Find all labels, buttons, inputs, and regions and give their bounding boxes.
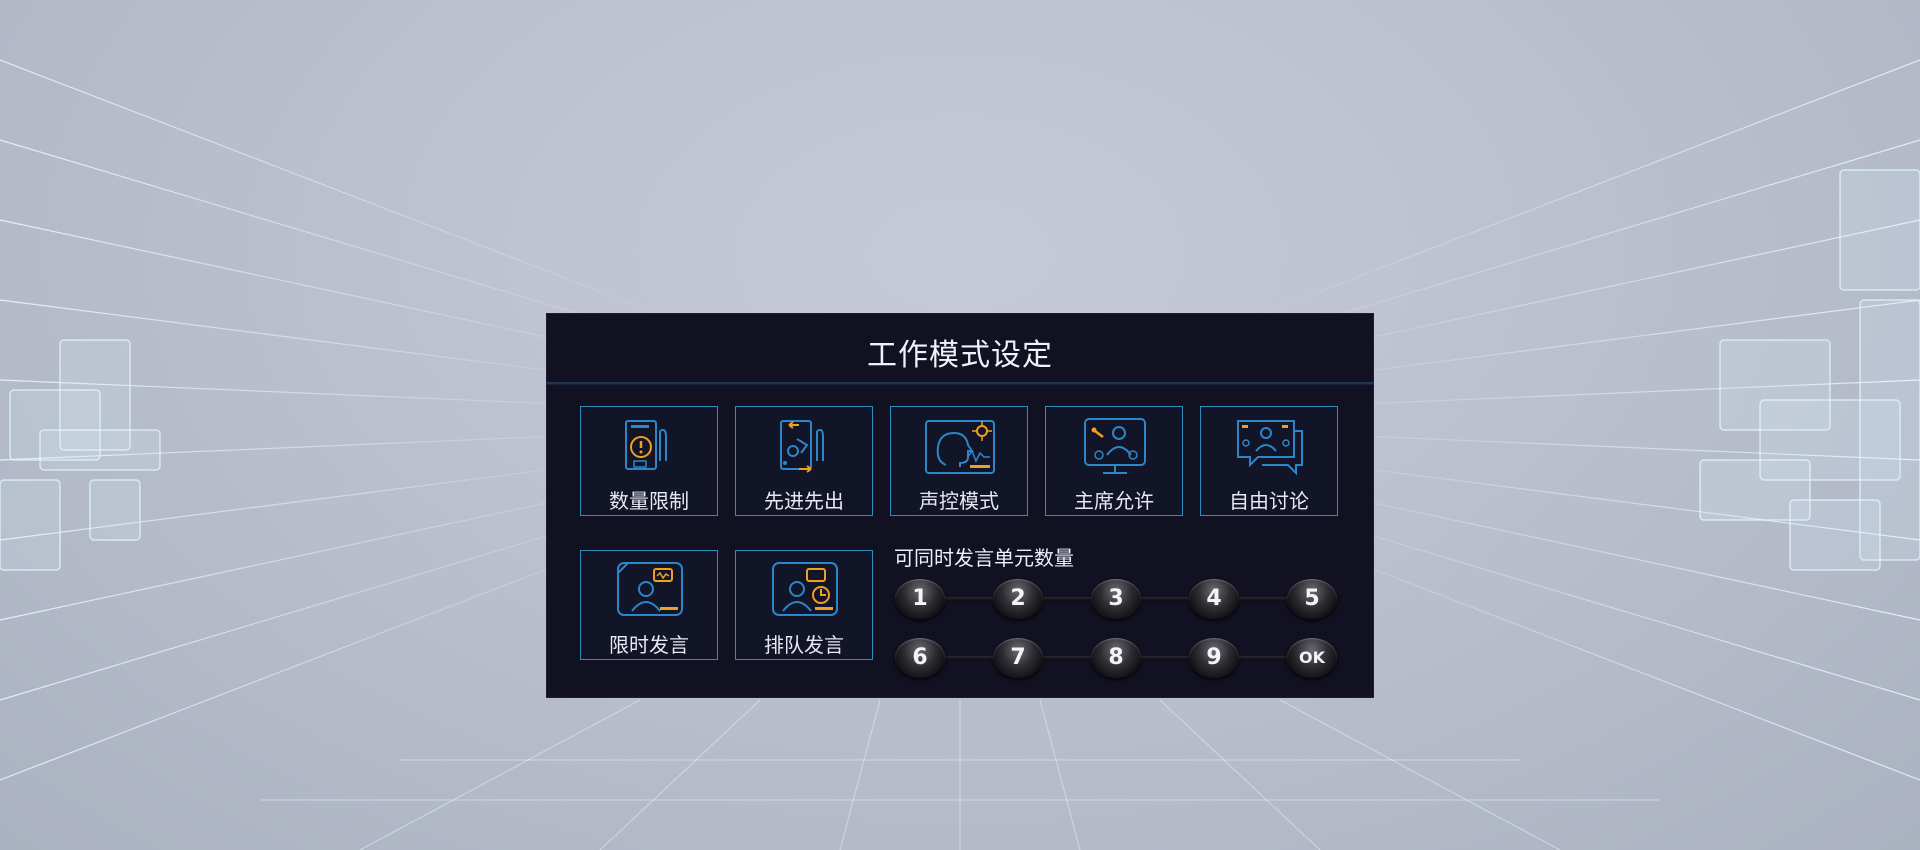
panel-title: 工作模式设定: [867, 338, 1053, 373]
count-button-7[interactable]: 7: [993, 638, 1043, 678]
timed-speech-icon: [617, 562, 683, 616]
count-button-2[interactable]: 2: [993, 579, 1043, 619]
mode-label: 声控模式: [919, 489, 999, 513]
mode-button-voice-control[interactable]: 声控模式: [890, 406, 1028, 516]
mode-button-chairman-approval[interactable]: 主席允许: [1045, 406, 1183, 516]
count-button-6[interactable]: 6: [895, 638, 945, 678]
mode-label: 数量限制: [609, 489, 689, 513]
work-mode-panel: 工作模式设定 数量限制 先进先出 声控模式 主席允许 自由讨论 限时发言 排队发…: [547, 314, 1373, 697]
mode-button-free-discussion[interactable]: 自由讨论: [1200, 406, 1338, 516]
free-discussion-icon: [1237, 420, 1303, 476]
voice-control-icon: [925, 420, 995, 474]
mode-label: 排队发言: [764, 633, 844, 657]
ok-button[interactable]: OK: [1287, 638, 1337, 678]
queued-speech-icon: [772, 562, 838, 616]
count-button-8[interactable]: 8: [1091, 638, 1141, 678]
mode-label: 限时发言: [609, 633, 689, 657]
panel-header: 工作模式设定: [547, 314, 1373, 384]
mode-button-first-in-first-out[interactable]: 先进先出: [735, 406, 873, 516]
count-button-5[interactable]: 5: [1287, 579, 1337, 619]
mode-button-timed-speech[interactable]: 限时发言: [580, 550, 718, 660]
quantity-limit-icon: [625, 420, 667, 470]
mode-button-quantity-limit[interactable]: 数量限制: [580, 406, 718, 516]
mode-label: 主席允许: [1074, 489, 1154, 513]
mode-label: 先进先出: [764, 489, 844, 513]
count-button-1[interactable]: 1: [895, 579, 945, 619]
chairman-approval-icon: [1084, 418, 1146, 474]
mode-label: 自由讨论: [1229, 489, 1309, 513]
count-button-4[interactable]: 4: [1189, 579, 1239, 619]
first-in-first-out-icon: [780, 420, 824, 473]
count-button-9[interactable]: 9: [1189, 638, 1239, 678]
mode-button-queued-speech[interactable]: 排队发言: [735, 550, 873, 660]
speaker-count-label: 可同时发言单元数量: [894, 546, 1074, 570]
count-button-3[interactable]: 3: [1091, 579, 1141, 619]
